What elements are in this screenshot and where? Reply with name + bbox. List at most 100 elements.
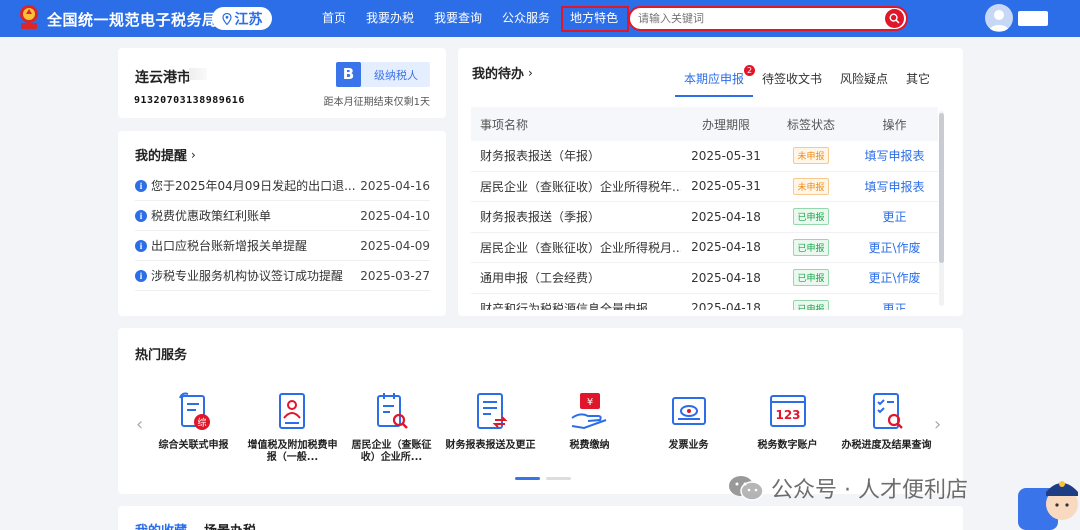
todo-scrollbar[interactable] [939, 111, 944, 306]
taxpayer-name-redacted [189, 68, 207, 80]
taxpayer-id: 91320703138989616 [134, 95, 245, 106]
service-item[interactable]: 增值税及附加税费申报（一般... [243, 390, 342, 464]
operation-cell: 填写申报表 [851, 178, 938, 195]
item-name: 居民企业（查账征收）企业所得税年... [480, 179, 681, 194]
service-item[interactable]: 居民企业（查账征收）企业所... [342, 390, 441, 464]
status-cell: 已申报 [771, 269, 851, 287]
operation-link[interactable]: 更正\作废 [868, 271, 920, 285]
table-header: 事项名称 办理期限 标签状态 操作 [471, 107, 938, 141]
item-name: 居民企业（查账征收）企业所得税月... [480, 240, 681, 255]
hot-services-list: 综综合关联式申报 增值税及附加税费申报（一般... 居民企业（查账征收）企业所...… [144, 390, 936, 464]
reminder-date: 2025-04-09 [360, 238, 430, 253]
operation-cell: 填写申报表 [851, 147, 938, 164]
list-item[interactable]: i 出口应税台账新增报关单提醒 2025-04-09 [135, 231, 430, 261]
tab-current-declaration[interactable]: 本期应申报 2 [675, 65, 756, 97]
user-avatar-icon [989, 10, 1009, 31]
location-pin-icon [221, 12, 232, 25]
service-item[interactable]: ¥ 税费缴纳 [540, 390, 639, 464]
operation-link[interactable]: 更正 [882, 302, 906, 310]
operation-link[interactable]: 填写申报表 [864, 149, 924, 163]
status-cell: 未申报 [771, 177, 851, 195]
nav-public-service[interactable]: 公众服务 [492, 0, 560, 37]
user-avatar[interactable] [985, 4, 1013, 32]
tab-pending-documents[interactable]: 待签收文书 [753, 71, 831, 97]
invoice-icon [671, 397, 706, 425]
list-item[interactable]: i 涉税专业服务机构协议签订成功提醒 2025-03-27 [135, 261, 430, 291]
tab-scenario-tax[interactable]: 场景办税 [204, 520, 256, 530]
list-item[interactable]: i 税费优惠政策红利账单 2025-04-10 [135, 201, 430, 231]
info-icon: i [135, 269, 147, 282]
info-icon: i [135, 209, 147, 222]
table-row: 通用申报（工会经费） 2025-04-18 已申报 更正\作废 [471, 263, 938, 294]
scrollbar-thumb[interactable] [939, 113, 944, 263]
taxpayer-card: 连云港市 91320703138989616 B 级纳税人 距本月征期结束仅剩1… [118, 48, 446, 118]
service-item[interactable]: 发票业务 [639, 390, 738, 464]
svg-text:综: 综 [197, 417, 206, 429]
wechat-icon [729, 476, 764, 501]
service-item[interactable]: 办税进度及结果查询 [837, 390, 936, 464]
user-name[interactable] [1018, 11, 1048, 26]
nav-do-tax[interactable]: 我要办税 [356, 0, 424, 37]
region-selector[interactable]: 江苏 [212, 7, 272, 30]
search-button[interactable] [885, 9, 904, 28]
item-deadline: 2025-05-31 [691, 179, 761, 194]
info-icon: i [135, 179, 147, 192]
item-deadline: 2025-04-18 [691, 209, 761, 224]
reminders-title: 我的提醒 [135, 149, 188, 164]
tab-other[interactable]: 其它 [897, 71, 939, 97]
site-title[interactable]: 全国统一规范电子税务局 [47, 9, 218, 30]
item-name: 财产和行为税税源信息全量申报 [480, 301, 649, 310]
reminder-text: 税费优惠政策红利账单 [151, 209, 272, 223]
carousel-prev-button[interactable]: ‹ [136, 414, 143, 435]
table-row: 财产和行为税税源信息全量申报 2025-04-18 已申报 更正 [471, 294, 938, 310]
nav-home[interactable]: 首页 [312, 0, 356, 37]
search-input[interactable] [638, 10, 878, 27]
todo-tabs: 本期应申报 2 待签收文书 风险疑点 其它 [675, 65, 939, 97]
status-badge: 已申报 [793, 208, 829, 226]
list-item[interactable]: i 您于2025年04月09日发起的出口退... 2025-04-16 [135, 171, 430, 201]
operation-cell: 更正\作废 [851, 269, 938, 286]
service-label: 办税进度及结果查询 [841, 440, 932, 451]
todo-table: 事项名称 办理期限 标签状态 操作 财务报表报送（年报） 2025-05-31 未申… [471, 107, 938, 310]
operation-cell: 更正\作废 [851, 239, 938, 256]
service-item[interactable]: 综综合关联式申报 [144, 390, 243, 464]
composite-report-icon: 综 [178, 392, 210, 430]
nav-local-features[interactable]: 地方特色 [560, 0, 630, 37]
service-label: 税务数字账户 [757, 440, 818, 451]
table-row: 居民企业（查账征收）企业所得税年... 2025-05-31 未申报 填写申报表 [471, 172, 938, 202]
reminder-text: 您于2025年04月09日发起的出口退... [151, 179, 356, 193]
reminder-date: 2025-03-27 [360, 268, 430, 283]
chevron-right-icon: › [528, 65, 533, 80]
table-row: 财务报表报送（年报） 2025-05-31 未申报 填写申报表 [471, 141, 938, 172]
carousel-next-button[interactable]: › [934, 414, 941, 435]
service-item[interactable]: 123 税务数字账户 [738, 390, 837, 464]
operation-link[interactable]: 更正\作废 [868, 241, 920, 255]
item-deadline: 2025-04-18 [691, 301, 761, 310]
nav-query[interactable]: 我要查询 [424, 0, 492, 37]
reminders-heading[interactable]: 我的提醒 › [135, 145, 196, 165]
service-label: 税费缴纳 [569, 440, 610, 451]
carousel-dot[interactable] [515, 477, 540, 480]
watermark-text: 公众号 · 人才便利店 [771, 478, 968, 503]
tab-favorites[interactable]: 我的收藏 [135, 520, 187, 530]
column-header: 办理期限 [701, 117, 750, 132]
taxpayer-level-letter: B [336, 62, 361, 87]
tab-risk-points[interactable]: 风险疑点 [831, 71, 897, 97]
service-item[interactable]: 财务报表报送及更正 [441, 390, 540, 464]
carousel-dot[interactable] [546, 477, 571, 480]
reminder-date: 2025-04-16 [360, 178, 430, 193]
column-header: 操作 [882, 117, 907, 132]
reminder-text: 涉税专业服务机构协议签订成功提醒 [151, 269, 344, 283]
operation-link[interactable]: 更正 [882, 210, 906, 224]
status-badge: 已申报 [793, 299, 829, 310]
taxpayer-level-label: 级纳税人 [374, 69, 418, 82]
taxpayer-level-badge: B 级纳税人 [336, 62, 430, 87]
table-row: 财务报表报送（季报） 2025-04-18 已申报 更正 [471, 202, 938, 233]
search-box [628, 6, 908, 31]
column-header: 事项名称 [480, 117, 529, 132]
status-badge: 未申报 [793, 147, 829, 165]
operation-link[interactable]: 填写申报表 [864, 180, 924, 194]
todo-card: 我的待办 › 本期应申报 2 待签收文书 风险疑点 其它 事项名称 办理期限 标签… [458, 48, 963, 316]
todo-heading[interactable]: 我的待办 › [472, 63, 533, 83]
vat-report-icon [278, 393, 305, 429]
